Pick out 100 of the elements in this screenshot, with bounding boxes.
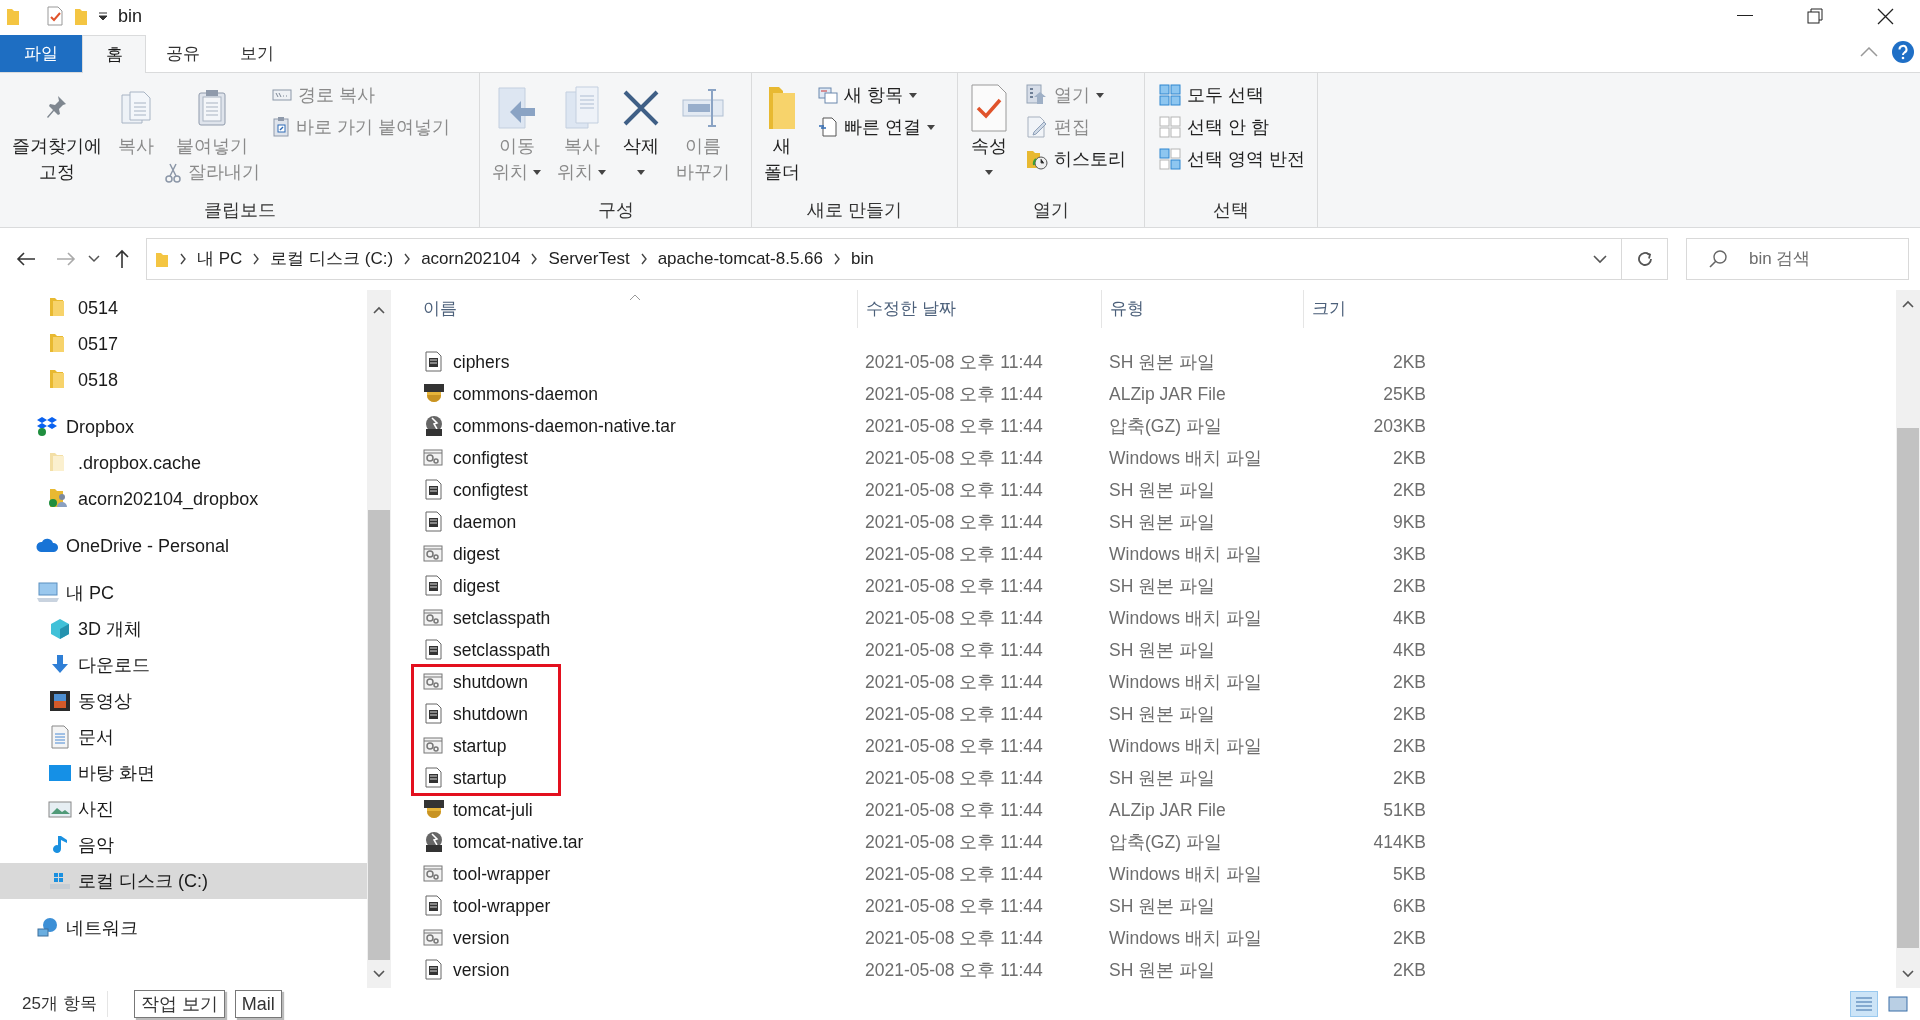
sidebar-item[interactable]: 문서 [0, 719, 367, 755]
sidebar-item[interactable]: 다운로드 [0, 647, 367, 683]
file-row[interactable]: shutdown 2021-05-08 오후 11:44 Windows 배치 파일 2KB [415, 666, 1896, 698]
ribbon-button[interactable]: 선택 안 함 [1159, 113, 1305, 141]
file-row[interactable]: tool-wrapper 2021-05-08 오후 11:44 Windows 배치 파일 5KB [415, 858, 1896, 890]
sidebar-item[interactable]: 3D 개체 [0, 611, 367, 647]
ribbon-button[interactable]: 속성 [964, 81, 1014, 185]
folder-icon[interactable] [6, 6, 20, 26]
breadcrumb[interactable]: ServerTest [548, 246, 630, 272]
scroll-thumb[interactable] [1897, 428, 1919, 948]
scroll-up-icon[interactable] [373, 306, 385, 314]
view-toggle[interactable] [1850, 991, 1878, 1017]
ribbon-button[interactable]: 빠른 연결 [818, 113, 935, 141]
file-size: 25KB [1382, 382, 1427, 406]
dropdown-icon[interactable] [1593, 254, 1607, 264]
ribbon-tab[interactable]: 공유 [146, 35, 220, 72]
help-icon[interactable] [1892, 41, 1914, 63]
ribbon-button[interactable]: 삭제 [616, 81, 666, 185]
scrollbar[interactable] [1896, 290, 1920, 988]
file-name: shutdown [453, 702, 528, 726]
sidebar-item[interactable]: .dropbox.cache [0, 445, 367, 481]
file-row[interactable]: tomcat-native.tar 2021-05-08 오후 11:44 압축(GZ) 파일 414KB [415, 826, 1896, 858]
ribbon-tab[interactable]: 파일 [0, 35, 82, 72]
file-size: 51KB [1382, 798, 1427, 822]
file-row[interactable]: digest 2021-05-08 오후 11:44 Windows 배치 파일 3KB [415, 538, 1896, 570]
back-icon[interactable] [16, 251, 36, 267]
search-field[interactable]: bin 검색 [1686, 238, 1909, 280]
sidebar-item[interactable]: 내 PC [0, 575, 367, 611]
column-header[interactable]: 이름 [415, 290, 857, 328]
sidebar-item[interactable]: 0518 [0, 362, 367, 398]
file-row[interactable]: digest 2021-05-08 오후 11:44 SH 원본 파일 2KB [415, 570, 1896, 602]
folder-icon[interactable] [74, 6, 88, 26]
caret-icon [927, 124, 935, 130]
column-header[interactable]: 크기 [1303, 290, 1436, 328]
sort-indicator-icon[interactable] [629, 294, 641, 301]
sidebar-item[interactable]: acorn202104_dropbox [0, 481, 367, 517]
jar-file-icon [423, 799, 445, 821]
scrollbar[interactable] [367, 290, 391, 988]
address-bar[interactable]: 내 PC 로컬 디스크 (C:) acorn202104 ServerTest apache-tomcat-8.5.66 bin [146, 238, 1668, 280]
scroll-down-icon[interactable] [373, 970, 385, 978]
up-icon[interactable] [114, 249, 130, 269]
ribbon-tab[interactable]: 홈 [82, 35, 146, 73]
sidebar-item[interactable]: Dropbox [0, 409, 367, 445]
sidebar-item[interactable]: 로컬 디스크 (C:) [0, 863, 367, 899]
file-row[interactable]: commons-daemon-native.tar 2021-05-08 오후 11:44 압축(GZ) 파일 203KB [415, 410, 1896, 442]
file-row[interactable]: tool-wrapper 2021-05-08 오후 11:44 SH 원본 파일 6KB [415, 890, 1896, 922]
file-row[interactable]: configtest 2021-05-08 오후 11:44 SH 원본 파일 2KB [415, 474, 1896, 506]
breadcrumb[interactable]: bin [851, 246, 874, 272]
sidebar-item[interactable]: 음악 [0, 827, 367, 863]
sidebar-item[interactable]: 바탕 화면 [0, 755, 367, 791]
breadcrumb[interactable]: acorn202104 [421, 246, 521, 272]
ribbon-button[interactable]: 새 폴더 [758, 81, 806, 185]
sidebar-item[interactable]: 0514 [0, 290, 367, 326]
customize-caret-icon[interactable] [98, 12, 108, 20]
breadcrumb[interactable]: 내 PC [197, 246, 243, 272]
collapse-ribbon-icon[interactable] [1860, 47, 1878, 57]
file-row[interactable]: setclasspath 2021-05-08 오후 11:44 Windows 배치 파일 4KB [415, 602, 1896, 634]
file-row[interactable]: daemon 2021-05-08 오후 11:44 SH 원본 파일 9KB [415, 506, 1896, 538]
file-row[interactable]: startup 2021-05-08 오후 11:44 Windows 배치 파일 2KB [415, 730, 1896, 762]
file-row[interactable]: setclasspath 2021-05-08 오후 11:44 SH 원본 파일 4KB [415, 634, 1896, 666]
ribbon-button[interactable]: 선택 영역 반전 [1159, 145, 1305, 173]
ribbon-button[interactable]: 즐겨찾기에 고정 [6, 81, 108, 185]
file-date: 2021-05-08 오후 11:44 [864, 766, 1044, 790]
scroll-thumb[interactable] [368, 510, 390, 960]
file-row[interactable]: configtest 2021-05-08 오후 11:44 Windows 배치 파일 2KB [415, 442, 1896, 474]
breadcrumb[interactable]: 로컬 디스크 (C:) [270, 246, 394, 272]
properties-icon[interactable] [46, 6, 64, 26]
ribbon-button[interactable]: 모두 선택 [1159, 81, 1305, 109]
chevron-icon [530, 253, 539, 265]
file-row[interactable]: ciphers 2021-05-08 오후 11:44 SH 원본 파일 2KB [415, 346, 1896, 378]
file-type: Windows 배치 파일 [1108, 446, 1263, 470]
ribbon-button[interactable]: 새 항목 [818, 81, 935, 109]
file-row[interactable]: shutdown 2021-05-08 오후 11:44 SH 원본 파일 2KB [415, 698, 1896, 730]
file-row[interactable]: version 2021-05-08 오후 11:44 Windows 배치 파일 2KB [415, 922, 1896, 954]
scroll-down-icon[interactable] [1902, 970, 1914, 978]
forward-icon[interactable] [56, 251, 76, 267]
file-row[interactable]: startup 2021-05-08 오후 11:44 SH 원본 파일 2KB [415, 762, 1896, 794]
column-header[interactable]: 유형 [1101, 290, 1303, 328]
scroll-up-icon[interactable] [1902, 300, 1914, 308]
file-type: SH 원본 파일 [1108, 958, 1217, 982]
sidebar-item[interactable]: 네트워크 [0, 910, 367, 946]
taskbar-button[interactable]: Mail [234, 990, 282, 1018]
sidebar-item[interactable]: 0517 [0, 326, 367, 362]
ribbon-button[interactable]: 히스토리 [1026, 145, 1126, 173]
caret-icon [598, 169, 606, 175]
sidebar-item[interactable]: 사진 [0, 791, 367, 827]
ribbon-tab[interactable]: 보기 [220, 35, 294, 72]
history-icon [1026, 148, 1048, 170]
sidebar-item[interactable]: OneDrive - Personal [0, 528, 367, 564]
recent-locations-icon[interactable] [88, 255, 100, 263]
file-row[interactable]: tomcat-juli 2021-05-08 오후 11:44 ALZip JAR File 51KB [415, 794, 1896, 826]
column-header[interactable]: 수정한 날짜 [857, 290, 1101, 328]
file-size: 9KB [1391, 510, 1427, 534]
delete-icon [622, 89, 660, 127]
refresh-icon[interactable] [1635, 250, 1654, 268]
file-row[interactable]: commons-daemon 2021-05-08 오후 11:44 ALZip JAR File 25KB [415, 378, 1896, 410]
taskbar-button[interactable]: 작업 보기 [133, 990, 225, 1018]
file-row[interactable]: version 2021-05-08 오후 11:44 SH 원본 파일 2KB [415, 954, 1896, 986]
breadcrumb[interactable]: apache-tomcat-8.5.66 [657, 246, 824, 272]
sidebar-item[interactable]: 동영상 [0, 683, 367, 719]
